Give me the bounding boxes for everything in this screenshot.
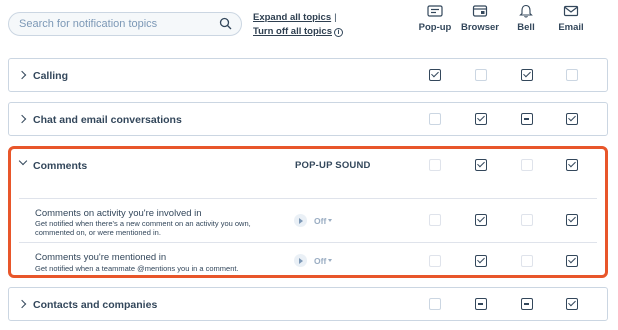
row-divider <box>19 198 597 199</box>
popup-checkbox[interactable] <box>429 159 441 171</box>
subtopic-description: Get notified when there's a new comment … <box>35 219 251 237</box>
column-email: Email <box>543 4 599 33</box>
caret-down-icon <box>328 219 333 222</box>
browser-checkbox[interactable] <box>475 255 487 267</box>
popup-checkbox[interactable] <box>429 69 441 81</box>
info-icon[interactable]: i <box>334 28 343 37</box>
bell-checkbox[interactable] <box>521 113 533 125</box>
chevron-right-icon[interactable] <box>17 299 27 309</box>
play-sound-icon[interactable] <box>294 214 307 227</box>
topic-row-calling[interactable]: Calling <box>8 58 608 92</box>
bell-checkbox[interactable] <box>521 69 533 81</box>
subtopic-description: Get notified when a teammate @mentions y… <box>35 264 239 273</box>
sound-dropdown[interactable]: Off <box>314 216 333 226</box>
email-checkbox[interactable] <box>566 69 578 81</box>
browser-checkbox[interactable] <box>475 159 487 171</box>
email-checkbox[interactable] <box>566 255 578 267</box>
email-checkbox[interactable] <box>566 159 578 171</box>
bell-checkbox[interactable] <box>521 255 533 267</box>
sound-value: Off <box>314 256 327 266</box>
topic-title: Contacts and companies <box>33 299 158 311</box>
topic-row-chat[interactable]: Chat and email conversations <box>8 102 608 136</box>
browser-icon <box>472 5 488 17</box>
link-separator: | <box>334 12 337 23</box>
chevron-right-icon[interactable] <box>17 114 27 124</box>
topic-title: Comments <box>33 160 88 172</box>
popup-checkbox[interactable] <box>429 113 441 125</box>
bell-checkbox[interactable] <box>521 298 533 310</box>
column-label: Email <box>558 22 584 33</box>
play-sound-icon[interactable] <box>294 254 307 267</box>
popup-checkbox[interactable] <box>429 255 441 267</box>
row-divider <box>19 242 597 243</box>
popup-checkbox[interactable] <box>429 298 441 310</box>
topic-title: Chat and email conversations <box>33 114 182 126</box>
turn-off-all-link[interactable]: Turn off all topics <box>253 26 332 37</box>
browser-checkbox[interactable] <box>475 214 487 226</box>
topic-title: Calling <box>33 70 69 82</box>
chevron-down-icon[interactable] <box>18 156 28 166</box>
bell-checkbox[interactable] <box>521 214 533 226</box>
search-input[interactable] <box>9 13 219 35</box>
sound-value: Off <box>314 216 327 226</box>
popup-sound-header: POP-UP SOUND <box>295 160 371 171</box>
browser-checkbox[interactable] <box>475 298 487 310</box>
email-icon <box>563 5 579 17</box>
caret-down-icon <box>328 259 333 262</box>
topic-row-contacts[interactable]: Contacts and companies <box>8 287 608 321</box>
sound-dropdown[interactable]: Off <box>314 256 333 266</box>
chevron-right-icon[interactable] <box>17 70 27 80</box>
search-icon[interactable] <box>219 17 232 30</box>
subtopic-title: Comments you're mentioned in <box>35 252 167 263</box>
email-checkbox[interactable] <box>566 113 578 125</box>
email-checkbox[interactable] <box>566 298 578 310</box>
topic-row-comments[interactable]: Comments POP-UP SOUND Comments on activi… <box>8 146 608 278</box>
popup-checkbox[interactable] <box>429 214 441 226</box>
browser-checkbox[interactable] <box>475 113 487 125</box>
browser-checkbox[interactable] <box>475 69 487 81</box>
expand-all-link[interactable]: Expand all topics <box>253 12 331 23</box>
topic-search <box>8 12 242 36</box>
topic-links: Expand all topics | Turn off all topics i <box>253 11 343 39</box>
email-checkbox[interactable] <box>566 214 578 226</box>
bell-icon <box>519 4 533 18</box>
subtopic-title: Comments on activity you're involved in <box>35 208 202 219</box>
popup-icon <box>427 5 443 17</box>
bell-checkbox[interactable] <box>521 159 533 171</box>
